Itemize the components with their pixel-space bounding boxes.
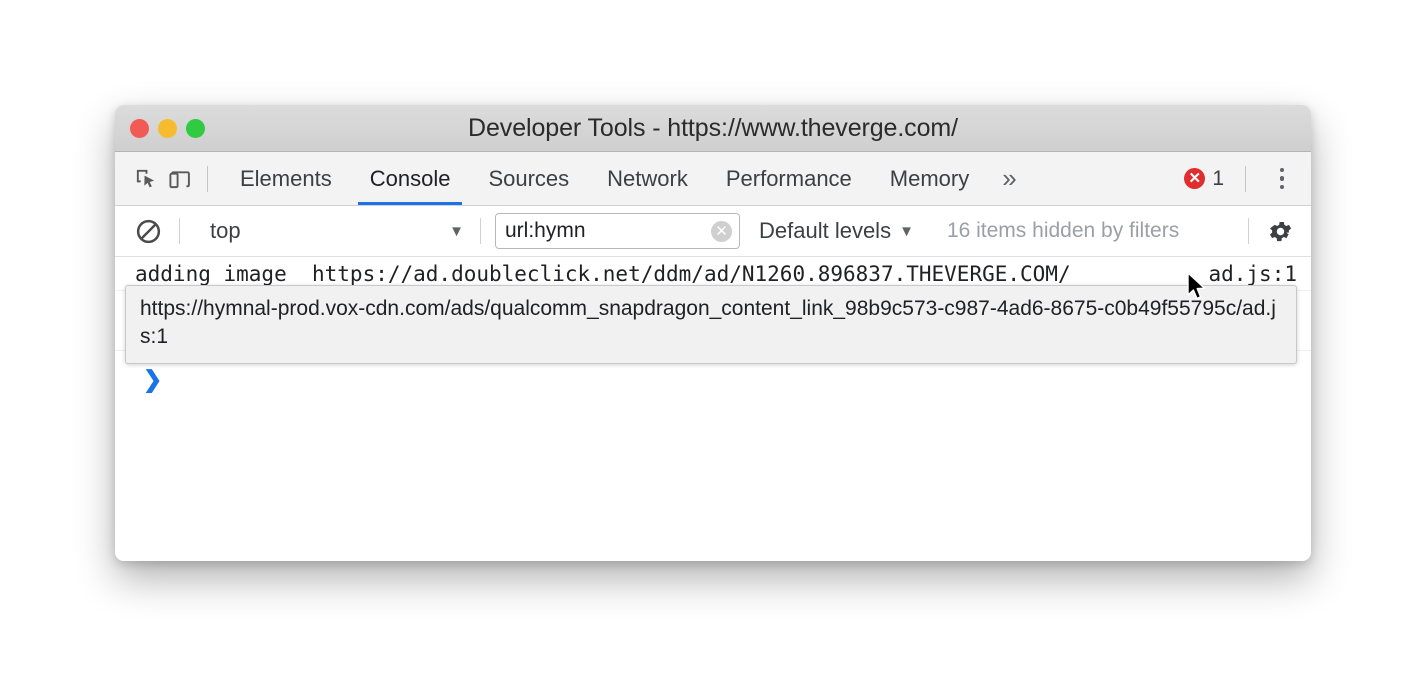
console-filter-toolbar: top ▼ ✕ Default levels ▼ 16 items hidden… [115,206,1311,257]
error-count-badge[interactable]: ✕ 1 [1184,167,1224,191]
device-toolbar-icon[interactable] [162,162,196,196]
inspect-element-icon[interactable] [128,162,162,196]
close-window-button[interactable] [130,118,149,138]
filterbar-divider-2 [480,218,481,244]
tab-performance[interactable]: Performance [707,152,871,205]
zoom-window-button[interactable] [186,118,205,138]
filterbar-divider-1 [179,218,180,244]
console-message-text: adding image https://ad.doubleclick.net/… [135,261,1071,286]
window-title: Developer Tools - https://www.theverge.c… [468,113,958,142]
source-url-tooltip: https://hymnal-prod.vox-cdn.com/ads/qual… [125,285,1297,364]
window-controls [130,118,205,138]
tabbar-divider [1245,165,1246,192]
hidden-items-message: 16 items hidden by filters [946,219,1180,242]
minimize-window-button[interactable] [158,118,177,138]
error-count-label: 1 [1212,166,1224,190]
execution-context-select[interactable]: top ▼ [194,214,466,248]
error-circle-icon: ✕ [1184,168,1206,189]
execution-context-value: top [210,218,241,243]
chevron-down-icon: ▼ [899,222,914,240]
clear-console-icon[interactable] [131,214,165,248]
kebab-menu-icon[interactable] [1267,164,1297,194]
devtools-tabbar: Elements Console Sources Network Perform… [115,152,1311,206]
gear-icon[interactable] [1263,214,1297,248]
tab-network[interactable]: Network [588,152,707,205]
filter-input-wrapper[interactable]: ✕ [495,213,740,249]
log-level-label: Default levels [759,218,892,243]
screenshot-stage: Developer Tools - https://www.theverge.c… [0,0,1428,694]
console-message-source-link[interactable]: ad.js:1 [1208,262,1297,286]
devtools-window: Developer Tools - https://www.theverge.c… [115,105,1311,561]
tab-sources[interactable]: Sources [469,152,588,205]
chevron-down-icon: ▼ [449,222,464,240]
panel-tabs: Elements Console Sources Network Perform… [221,152,1031,205]
tab-console[interactable]: Console [351,152,470,205]
filterbar-divider-3 [1248,218,1249,244]
filter-input[interactable] [496,214,739,248]
tab-elements[interactable]: Elements [221,152,351,205]
toolbar-divider [207,165,208,192]
console-message-area: adding image https://ad.doubleclick.net/… [115,257,1311,561]
tabbar-right-group: ✕ 1 [1184,164,1297,194]
prompt-arrow-icon: ❯ [143,365,163,392]
more-tabs-chevron-icon[interactable]: » [988,152,1030,205]
tab-memory[interactable]: Memory [871,152,988,205]
clear-filter-icon[interactable]: ✕ [711,220,732,242]
log-level-select[interactable]: Default levels ▼ [759,218,916,244]
window-titlebar: Developer Tools - https://www.theverge.c… [115,105,1311,152]
filterbar-right-group [1234,214,1297,248]
